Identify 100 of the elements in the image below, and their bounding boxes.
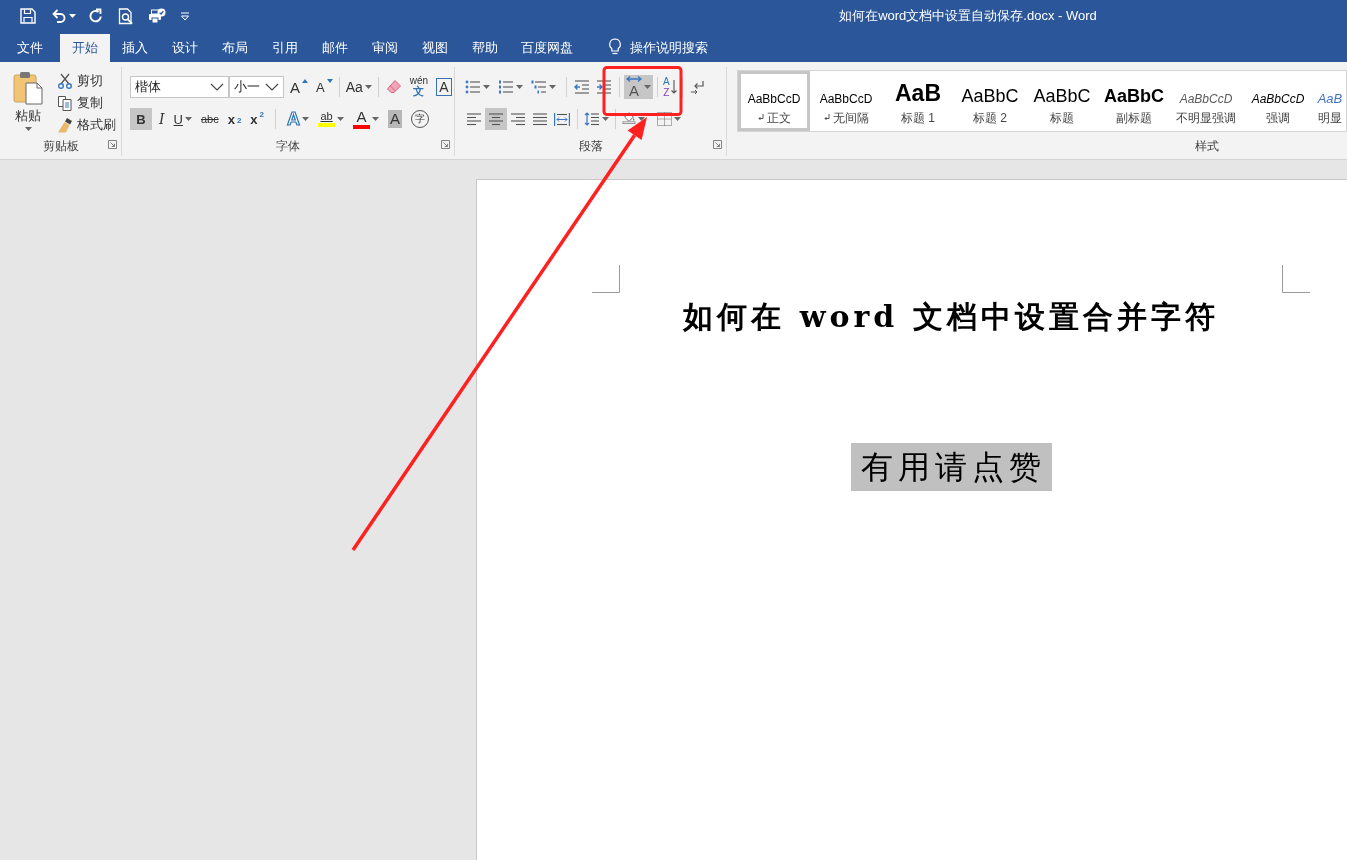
paint-bucket-icon[interactable] xyxy=(622,111,636,124)
scissors-icon[interactable] xyxy=(57,73,73,89)
chevron-down-icon[interactable] xyxy=(210,83,224,91)
ribbon-tab[interactable]: 邮件 xyxy=(310,34,360,62)
printer-check-icon[interactable] xyxy=(148,8,166,24)
return-arrow-icon[interactable] xyxy=(689,80,706,94)
group-label: 字体 xyxy=(276,138,300,154)
caret-icon[interactable] xyxy=(24,126,32,131)
window-title: 如何在word文档中设置自动保存.docx - Word xyxy=(838,8,1098,24)
caret-icon[interactable] xyxy=(644,85,651,89)
style-name: 标题 1 xyxy=(901,110,935,125)
ribbon-tab[interactable]: 开始 xyxy=(60,34,110,62)
bullet-list-icon[interactable] xyxy=(465,80,481,94)
lightbulb-icon[interactable] xyxy=(608,38,622,55)
tell-me-search-field[interactable]: 操作说明搜索 xyxy=(630,37,730,59)
phonetic-guide-button[interactable]: wén 文 xyxy=(407,75,431,99)
caret-icon[interactable] xyxy=(302,117,310,121)
copy-pages-icon[interactable] xyxy=(57,95,73,111)
superscript-button[interactable]: x$^{2}$ xyxy=(248,108,267,130)
chevron-down-icon[interactable] xyxy=(265,83,279,91)
up-triangle-icon[interactable] xyxy=(302,79,308,83)
style-preview: AaB xyxy=(1317,91,1343,105)
style-preview: AaBbCcD xyxy=(1251,92,1305,105)
font-name-combobox[interactable]: 楷体 xyxy=(130,76,229,98)
dialog-launcher-icon[interactable] xyxy=(441,140,450,149)
character-shading-button[interactable]: A xyxy=(386,108,405,130)
style-preview: AaBbCcD xyxy=(819,92,873,105)
crop-mark-icon xyxy=(592,265,620,293)
ribbon-tab[interactable]: 百度网盘 xyxy=(510,34,584,62)
ribbon-tab[interactable]: 审阅 xyxy=(360,34,410,62)
style-name: 副标题 xyxy=(1116,110,1152,125)
double-arrow-icon[interactable] xyxy=(626,76,642,82)
caret-icon[interactable] xyxy=(674,117,681,121)
ribbon-tab[interactable]: 插入 xyxy=(110,34,160,62)
clipboard-icon[interactable] xyxy=(13,71,43,105)
highlight-button[interactable]: ab xyxy=(316,108,347,130)
underline-button[interactable]: U xyxy=(171,108,194,130)
group-label: 剪贴板 xyxy=(42,138,79,154)
style-preview: AaB xyxy=(895,81,941,105)
caret-icon[interactable] xyxy=(337,117,345,121)
numbered-list-icon[interactable] xyxy=(498,80,514,94)
caret-icon[interactable] xyxy=(516,85,523,89)
style-name: 标题 xyxy=(1050,110,1074,125)
style-preview: AaBbC xyxy=(961,86,1019,105)
paintbrush-icon[interactable] xyxy=(57,117,73,133)
ribbon-tab[interactable]: 视图 xyxy=(410,34,460,62)
caret-icon[interactable] xyxy=(483,85,490,89)
clipboard-command[interactable]: 格式刷 xyxy=(54,114,119,136)
italic-button[interactable]: I xyxy=(157,108,167,130)
shaded-text: 有用请点赞 xyxy=(850,443,1052,492)
customize-dropdown-icon[interactable] xyxy=(180,11,190,21)
asian-layout-button[interactable]: A xyxy=(624,75,653,99)
caret-icon[interactable] xyxy=(69,14,76,18)
dialog-launcher-icon[interactable] xyxy=(108,140,117,149)
style-preview: AaBbC xyxy=(1104,86,1164,105)
ribbon-tab[interactable]: 引用 xyxy=(260,34,310,62)
save-icon[interactable] xyxy=(20,8,36,24)
decrease-indent-icon[interactable] xyxy=(574,80,590,94)
group-label: 段落 xyxy=(578,138,603,154)
down-triangle-icon[interactable] xyxy=(326,79,333,83)
caret-icon[interactable] xyxy=(549,85,556,89)
sort-button[interactable]: A Z xyxy=(662,76,678,98)
font-size-combobox[interactable]: 小一 xyxy=(229,76,284,98)
shrink-font-button[interactable]: A xyxy=(314,76,335,98)
paste-button[interactable]: 粘贴 xyxy=(8,67,48,136)
circular-arrow-icon[interactable] xyxy=(88,8,104,24)
style-name: 不明显强调 xyxy=(1176,110,1236,125)
caret-icon[interactable] xyxy=(184,117,192,121)
ribbon-tab[interactable]: 帮助 xyxy=(460,34,510,62)
line-spacing-icon[interactable] xyxy=(584,112,600,126)
multilevel-list-icon[interactable] xyxy=(531,80,547,94)
font-color-button[interactable]: A xyxy=(351,108,382,130)
bold-button[interactable]: B xyxy=(130,108,152,130)
ribbon-tab[interactable]: 设计 xyxy=(160,34,210,62)
grow-font-button[interactable]: A xyxy=(288,76,310,98)
ribbon-tab[interactable]: 文件 xyxy=(0,34,60,62)
caret-icon[interactable] xyxy=(372,117,380,121)
style-preview: AaBbCcD xyxy=(747,92,801,105)
caret-icon[interactable] xyxy=(364,85,372,89)
style-name: 强调 xyxy=(1266,110,1290,125)
eraser-icon[interactable] xyxy=(385,79,402,95)
document-magnifier-icon[interactable] xyxy=(118,7,134,25)
character-border-button[interactable]: A xyxy=(434,76,454,98)
strikethrough-button[interactable]: abc xyxy=(198,108,221,130)
crop-mark-icon xyxy=(1282,265,1310,293)
style-name: 正文 xyxy=(766,110,791,125)
undo-arrow-icon[interactable] xyxy=(50,8,66,24)
caret-icon[interactable] xyxy=(602,117,609,121)
document-heading: 如何在 word 文档中设置合并字符 xyxy=(682,299,1220,335)
change-case-button[interactable]: Aa xyxy=(343,76,374,98)
dialog-launcher-icon[interactable] xyxy=(713,140,722,149)
dotted-grid-icon[interactable] xyxy=(657,112,672,126)
down-arrow-icon[interactable] xyxy=(670,80,677,94)
style-gallery-item[interactable]: AaBbCcD 正文 xyxy=(738,71,810,131)
increase-indent-icon[interactable] xyxy=(596,80,612,94)
clipboard-command[interactable]: 复制 xyxy=(54,92,119,114)
caret-icon[interactable] xyxy=(638,117,645,121)
style-name: 无间隔 xyxy=(832,110,869,125)
clipboard-command[interactable]: 剪切 xyxy=(54,70,119,92)
ribbon-tab[interactable]: 布局 xyxy=(210,34,260,62)
